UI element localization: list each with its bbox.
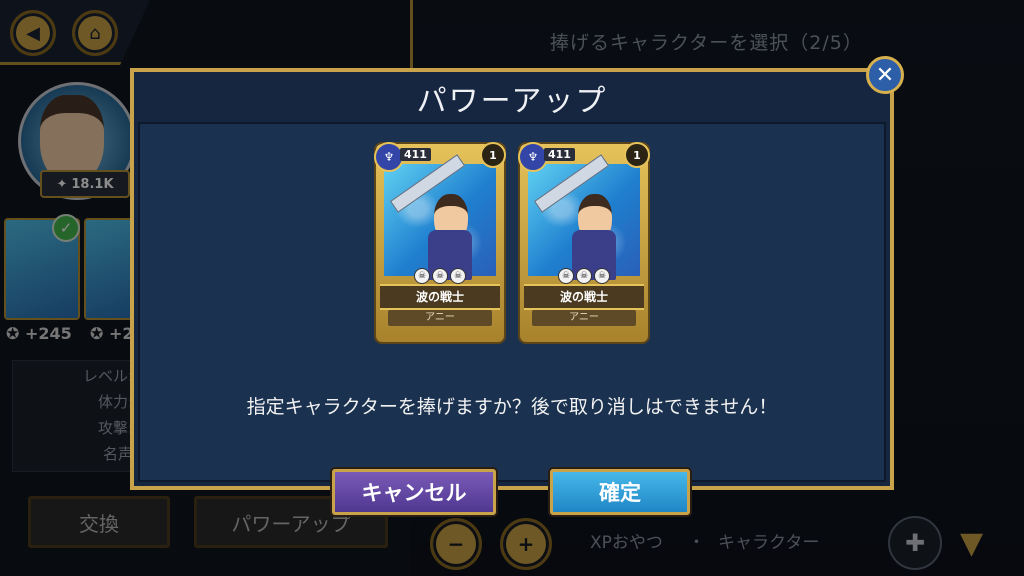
cancel-button[interactable]: キャンセル	[332, 469, 496, 515]
card-art	[384, 154, 496, 280]
close-icon: ✕	[875, 62, 895, 88]
sacrifice-card-2[interactable]: ♆ 411 1 ☠ ☠ ☠ 波の戦士 アニー	[518, 142, 650, 342]
skull-icon: ☠	[450, 268, 466, 284]
dialog-body: ♆ 411 1 ☠ ☠ ☠ 波の戦士 アニー ♆ 411 1 ☠ ☠ ☠ 波の戦…	[138, 122, 886, 482]
skull-icon: ☠	[558, 268, 574, 284]
card-xp: 411	[400, 148, 431, 161]
rarity-skulls: ☠ ☠ ☠	[414, 268, 466, 284]
card-level: 1	[624, 142, 650, 168]
skull-icon: ☠	[594, 268, 610, 284]
skull-icon: ☠	[576, 268, 592, 284]
card-art	[528, 154, 640, 280]
confirm-button[interactable]: 確定	[550, 469, 690, 515]
confirm-message: 指定キャラクターを捧げますか？後で取り消しはできません！	[246, 396, 778, 418]
skull-icon: ☠	[414, 268, 430, 284]
close-button[interactable]: ✕	[866, 56, 904, 94]
card-character-name: アニー	[532, 310, 636, 326]
card-xp: 411	[544, 148, 575, 161]
card-level: 1	[480, 142, 506, 168]
card-character-name: アニー	[388, 310, 492, 326]
powerup-dialog: パワーアップ ♆ 411 1 ☠ ☠ ☠ 波の戦士 アニー ♆ 411 1 ☠ …	[130, 68, 894, 490]
card-name: 波の戦士	[380, 284, 500, 310]
card-name: 波の戦士	[524, 284, 644, 310]
dialog-title: パワーアップ	[416, 84, 608, 119]
sacrifice-card-1[interactable]: ♆ 411 1 ☠ ☠ ☠ 波の戦士 アニー	[374, 142, 506, 342]
rarity-skulls: ☠ ☠ ☠	[558, 268, 610, 284]
skull-icon: ☠	[432, 268, 448, 284]
